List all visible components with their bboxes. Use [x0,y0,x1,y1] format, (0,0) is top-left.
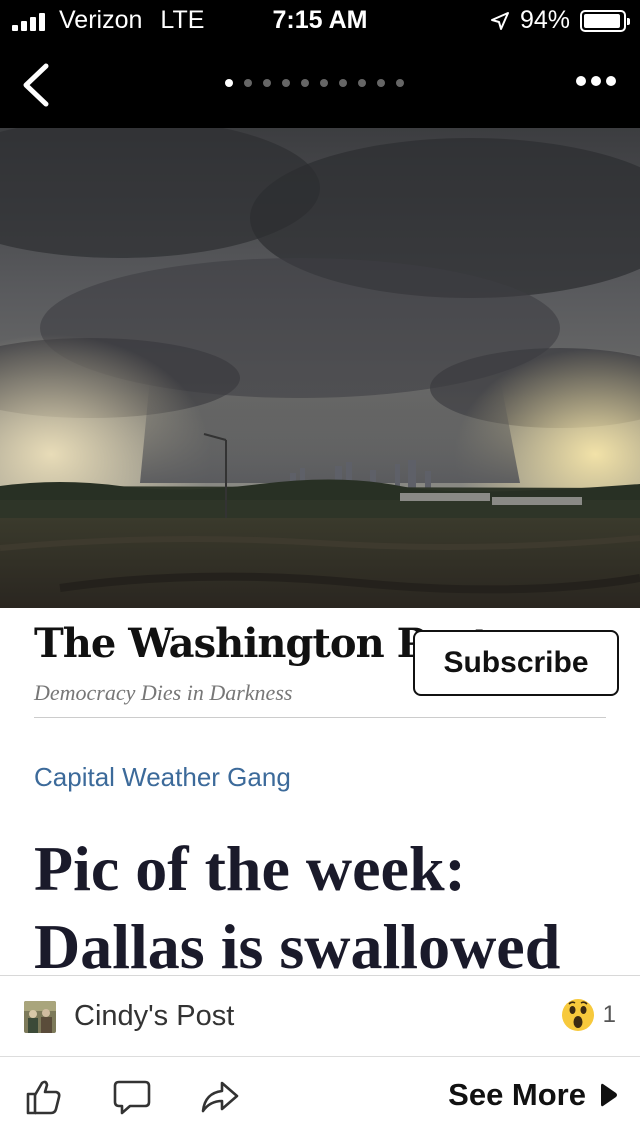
storm-photo-image [0,128,640,608]
page-dot [358,79,366,87]
page-dot [301,79,309,87]
reaction-count: 1 [602,1001,616,1028]
reaction-summary[interactable]: 1 [561,998,616,1032]
page-dot [244,79,252,87]
navigation-bar [0,42,640,128]
more-dot-icon [576,76,586,86]
post-footer: Cindy's Post 1 See More [0,975,640,1136]
battery-fill [584,13,620,28]
page-dot [282,79,290,87]
see-more-button[interactable]: See More [448,1077,618,1113]
chevron-left-icon [23,63,49,107]
page-dot [225,79,233,87]
play-arrow-icon [601,1083,617,1107]
share-icon [201,1081,239,1113]
location-arrow-icon [490,11,509,30]
comment-icon [113,1080,151,1115]
page-dot [377,79,385,87]
back-button[interactable] [16,60,56,110]
more-options-button[interactable] [576,76,616,86]
avatar[interactable] [24,1001,56,1033]
article-divider [34,717,606,718]
page-dot [320,79,328,87]
thumbs-up-icon [26,1080,61,1115]
page-dot [339,79,347,87]
page-dot [263,79,271,87]
publication-tagline: Democracy Dies in Darkness [34,680,293,705]
page-dot [396,79,404,87]
wow-emoji-icon [561,999,594,1031]
status-bar: Verizon LTE 7:15 AM 94% [0,0,640,42]
subscribe-button[interactable]: Subscribe [413,630,619,696]
share-button[interactable] [198,1075,242,1119]
more-dot-icon [606,76,616,86]
post-actions: See More [0,1057,640,1136]
battery-percent: 94% [519,6,570,34]
post-info-row: Cindy's Post 1 [0,976,640,1056]
status-right: 94% [490,6,630,35]
see-more-label: See More [448,1077,586,1112]
battery-icon [580,9,630,32]
more-dot-icon [591,76,601,86]
post-author-name[interactable]: Cindy's Post [74,1000,234,1033]
comment-button[interactable] [110,1075,154,1119]
article-photo[interactable] [0,128,640,608]
section-link[interactable]: Capital Weather Gang [34,762,291,793]
like-button[interactable] [22,1075,66,1119]
page-indicator [225,79,404,87]
